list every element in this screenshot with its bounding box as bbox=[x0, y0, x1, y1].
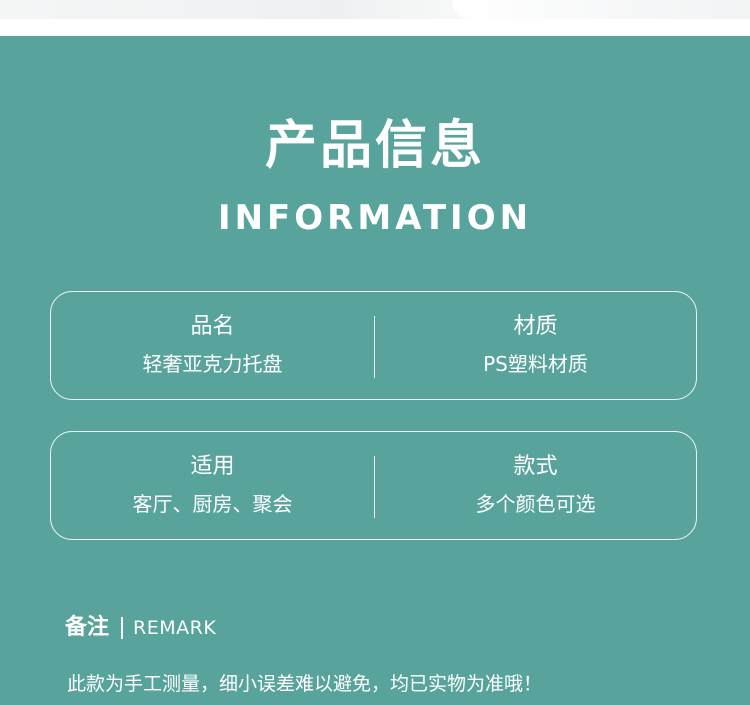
info-cell-material: 材质 PS塑料材质 bbox=[374, 292, 697, 399]
remark-separator bbox=[121, 617, 124, 639]
info-cell-usage: 适用 客厅、厨房、聚会 bbox=[51, 432, 374, 539]
info-cell-product-name: 品名 轻奢亚克力托盘 bbox=[51, 292, 374, 399]
remark-note: 此款为手工测量，细小误差难以避免，均已实物为准哦！ bbox=[67, 673, 543, 695]
remark-label: 备注 bbox=[65, 615, 110, 640]
remark-heading: 备注 REMARK bbox=[65, 612, 216, 644]
info-value: 轻奢亚克力托盘 bbox=[142, 352, 283, 376]
section-title: 产品信息 bbox=[264, 116, 485, 176]
info-card-name-material: 品名 轻奢亚克力托盘 材质 PS塑料材质 bbox=[50, 291, 697, 400]
info-label: 适用 bbox=[190, 454, 235, 479]
product-photo-edge bbox=[0, 0, 750, 36]
photo-bottom-edge bbox=[0, 0, 750, 19]
info-value: 多个颜色可选 bbox=[475, 492, 596, 516]
info-label: 款式 bbox=[513, 454, 558, 479]
info-label: 材质 bbox=[513, 314, 558, 339]
info-label: 品名 bbox=[190, 314, 235, 339]
info-value: PS塑料材质 bbox=[483, 352, 588, 376]
info-value: 客厅、厨房、聚会 bbox=[132, 492, 293, 516]
section-subtitle: INFORMATION bbox=[217, 198, 533, 238]
info-cell-style: 款式 多个颜色可选 bbox=[374, 432, 697, 539]
info-card-usage-style: 适用 客厅、厨房、聚会 款式 多个颜色可选 bbox=[50, 431, 697, 540]
remark-label-en: REMARK bbox=[133, 617, 217, 639]
